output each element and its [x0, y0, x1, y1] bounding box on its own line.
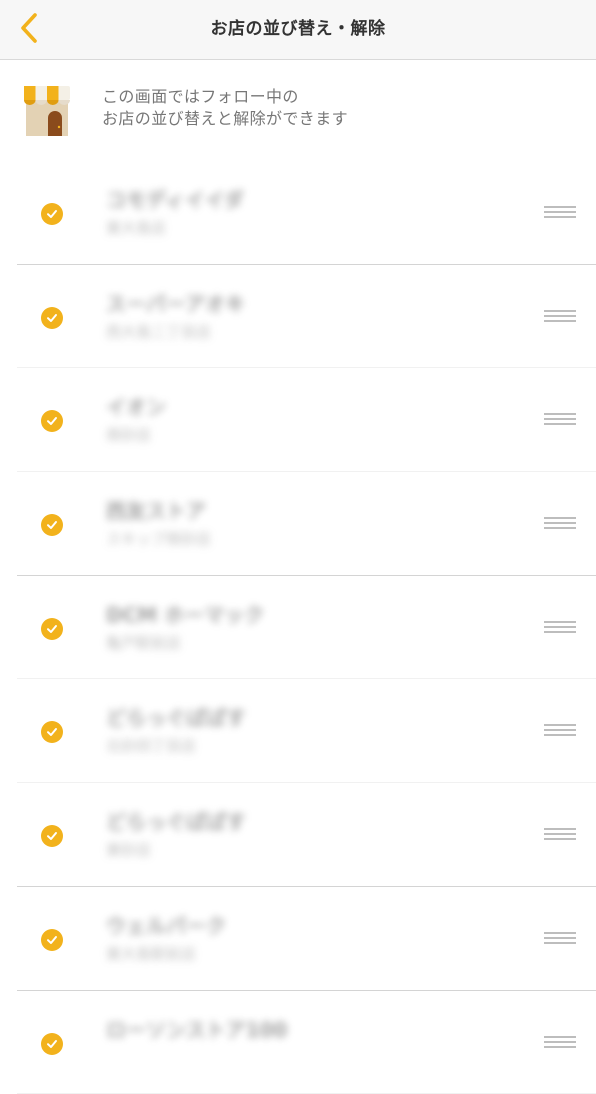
shop-info: ローソンストア100 — [106, 1017, 287, 1047]
shop-info: DCM ホーマック亀戸駅前店 — [106, 602, 264, 654]
check-icon[interactable] — [41, 203, 63, 225]
shop-name: DCM ホーマック — [106, 602, 264, 628]
drag-handle-icon[interactable] — [542, 932, 578, 948]
check-icon[interactable] — [41, 721, 63, 743]
list-item: 西友ストアスキップ南砂店 — [0, 472, 596, 576]
intro-description: この画面ではフォロー中の お店の並び替えと解除ができます — [102, 86, 348, 130]
checkmark-icon — [45, 725, 59, 739]
shop-name: スーパーアオキ — [106, 291, 245, 317]
intro-line-2: お店の並び替えと解除ができます — [102, 108, 348, 130]
navigation-bar: お店の並び替え・解除 — [0, 0, 596, 60]
drag-handle-icon[interactable] — [542, 310, 578, 326]
list-item: ローソンストア100 — [0, 991, 596, 1094]
shop-name: ウェルパーク — [106, 913, 226, 939]
list-item: どらっぐぱぱす東砂店 — [0, 783, 596, 887]
shop-branch: 北砂四丁目店 — [106, 735, 246, 757]
checkmark-icon — [45, 518, 59, 532]
checkmark-icon — [45, 829, 59, 843]
shop-branch: 東大島駅前店 — [106, 943, 226, 965]
list-item: コモディイイダ東大島店 — [0, 161, 596, 265]
shop-info: コモディイイダ東大島店 — [106, 187, 244, 239]
shop-branch: 亀戸駅前店 — [106, 632, 264, 654]
checkmark-icon — [45, 311, 59, 325]
shop-branch: 西大島二丁目店 — [106, 321, 245, 343]
shop-name: どらっぐぱぱす — [106, 705, 246, 731]
shop-info: ウェルパーク東大島駅前店 — [106, 913, 226, 965]
shop-info: どらっぐぱぱす東砂店 — [106, 809, 246, 861]
shop-info: スーパーアオキ西大島二丁目店 — [106, 291, 245, 343]
checkmark-icon — [45, 1037, 59, 1051]
shop-name: どらっぐぱぱす — [106, 809, 246, 835]
checkmark-icon — [45, 414, 59, 428]
shop-branch: スキップ南砂店 — [106, 528, 211, 550]
shop-list: コモディイイダ東大島店スーパーアオキ西大島二丁目店イオン南砂店西友ストアスキップ… — [0, 161, 596, 1094]
check-icon[interactable] — [41, 514, 63, 536]
list-item: スーパーアオキ西大島二丁目店 — [0, 265, 596, 369]
check-icon[interactable] — [41, 1033, 63, 1055]
drag-handle-icon[interactable] — [542, 828, 578, 844]
checkmark-icon — [45, 622, 59, 636]
check-icon[interactable] — [41, 929, 63, 951]
shop-name: ローソンストア100 — [106, 1017, 287, 1043]
check-icon[interactable] — [41, 410, 63, 432]
shop-name: イオン — [106, 394, 166, 420]
page-title: お店の並び替え・解除 — [0, 0, 596, 58]
shop-name: 西友ストア — [106, 498, 211, 524]
checkmark-icon — [45, 933, 59, 947]
shop-branch: 南砂店 — [106, 424, 166, 446]
list-item: DCM ホーマック亀戸駅前店 — [0, 576, 596, 680]
drag-handle-icon[interactable] — [542, 724, 578, 740]
shop-branch: 東砂店 — [106, 839, 246, 861]
check-icon[interactable] — [41, 825, 63, 847]
check-icon[interactable] — [41, 618, 63, 640]
shop-info: イオン南砂店 — [106, 394, 166, 446]
drag-handle-icon[interactable] — [542, 1036, 578, 1052]
shop-branch: 東大島店 — [106, 217, 244, 239]
shop-name: コモディイイダ — [106, 187, 244, 213]
drag-handle-icon[interactable] — [542, 517, 578, 533]
drag-handle-icon[interactable] — [542, 413, 578, 429]
drag-handle-icon[interactable] — [542, 621, 578, 637]
drag-handle-icon[interactable] — [542, 206, 578, 222]
checkmark-icon — [45, 207, 59, 221]
shop-icon — [22, 84, 72, 136]
shop-info: どらっぐぱぱす北砂四丁目店 — [106, 705, 246, 757]
list-item: ウェルパーク東大島駅前店 — [0, 887, 596, 991]
intro-line-1: この画面ではフォロー中の — [102, 86, 348, 108]
check-icon[interactable] — [41, 307, 63, 329]
shop-info: 西友ストアスキップ南砂店 — [106, 498, 211, 550]
list-item: イオン南砂店 — [0, 368, 596, 472]
list-item: どらっぐぱぱす北砂四丁目店 — [0, 679, 596, 783]
intro-banner: この画面ではフォロー中の お店の並び替えと解除ができます — [0, 60, 596, 160]
